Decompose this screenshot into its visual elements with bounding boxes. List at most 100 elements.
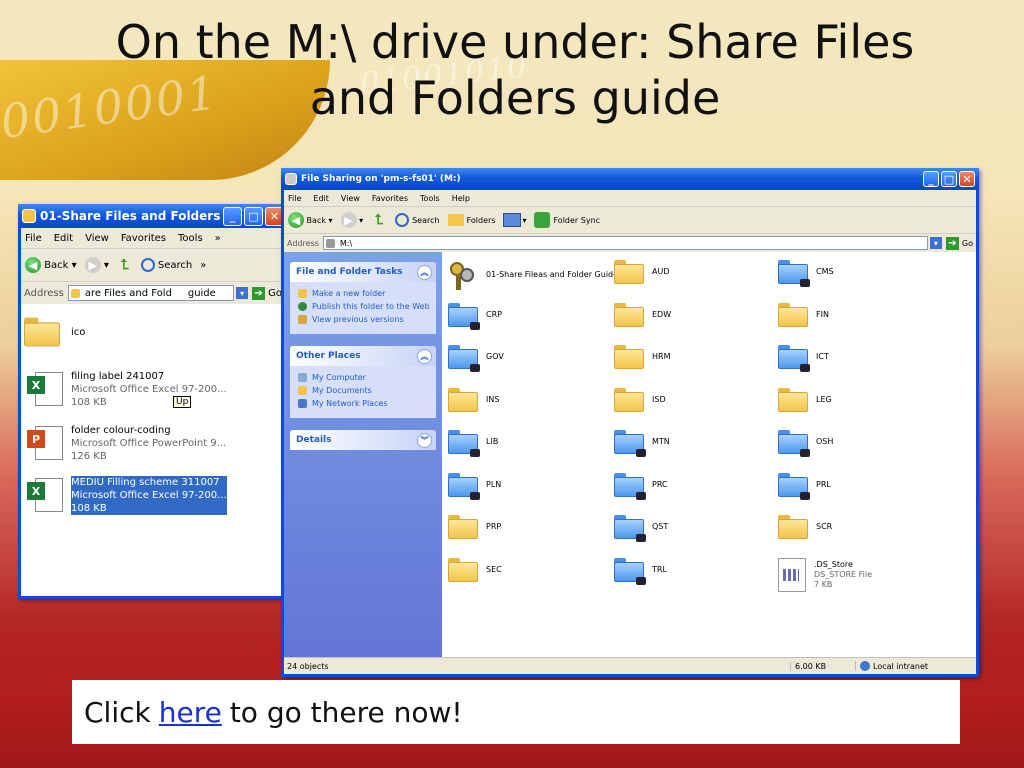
folder-item-label: PRL xyxy=(816,479,831,489)
menu-edit[interactable]: Edit xyxy=(313,194,329,203)
minimize-button[interactable]: _ xyxy=(223,206,242,226)
network-places-icon xyxy=(298,399,307,408)
folder-item[interactable]: .DS_Store DS_STORE File 7 KB xyxy=(778,557,872,592)
folder-item[interactable]: HRM xyxy=(614,345,670,369)
folder-item[interactable]: EDW xyxy=(614,302,672,327)
file-and-folder-tasks-header[interactable]: File and Folder Tasks ︽ xyxy=(290,262,436,282)
folder-item[interactable]: ISD xyxy=(614,387,666,412)
shared-folder-icon xyxy=(448,430,480,457)
maximize-button[interactable]: □ xyxy=(244,206,263,226)
folder-item[interactable]: PRP xyxy=(448,515,501,539)
folder-item[interactable]: 01-Share Fileas and Folder Guide xyxy=(448,260,618,290)
folder-icon xyxy=(24,317,60,347)
forward-arrow-icon: ▶ xyxy=(340,212,357,228)
address-input[interactable]: are Files and Fold guide xyxy=(67,285,235,301)
address-dropdown-icon[interactable]: ▾ xyxy=(929,237,942,249)
folder-item[interactable]: TRL xyxy=(614,557,667,585)
place-my-network-places[interactable]: My Network Places xyxy=(298,399,430,409)
menu-help[interactable]: Help xyxy=(452,194,470,203)
folder-item[interactable]: QST xyxy=(614,515,668,542)
address-bar: Address are Files and Fold guide ▾ ➔ Go xyxy=(21,282,285,304)
expand-chevron-icon[interactable]: ︾ xyxy=(417,432,432,448)
folder-item[interactable]: CMS xyxy=(778,260,834,287)
folder-item[interactable]: PLN xyxy=(448,472,501,500)
menu-file[interactable]: File xyxy=(288,194,301,203)
forward-button[interactable]: ▶ ▾ xyxy=(84,257,109,273)
folder-item[interactable]: INS xyxy=(448,387,499,412)
folder-item[interactable]: FIN xyxy=(778,302,829,327)
search-button[interactable]: Search xyxy=(395,213,440,227)
folder-item[interactable]: PRL xyxy=(778,472,831,500)
collapse-chevron-icon[interactable]: ︽ xyxy=(417,264,432,280)
menu-tools[interactable]: Tools xyxy=(420,194,440,203)
details-header[interactable]: Details ︾ xyxy=(290,430,436,450)
place-my-computer[interactable]: My Computer xyxy=(298,373,430,383)
back-button[interactable]: ◀ Back ▾ xyxy=(25,257,77,273)
go-button[interactable]: ➔ Go xyxy=(945,236,973,250)
status-zone: Local intranet xyxy=(855,661,976,671)
go-button[interactable]: ➔ Go xyxy=(252,286,282,300)
folder-icon xyxy=(70,288,80,298)
folder-item[interactable]: ICT xyxy=(778,345,829,372)
list-item[interactable]: P folder colour-coding Microsoft Office … xyxy=(27,424,226,463)
menu-view[interactable]: View xyxy=(85,233,109,244)
minimize-button[interactable]: _ xyxy=(923,171,939,187)
list-item[interactable]: X filing label 241007 Microsoft Office E… xyxy=(27,370,227,409)
up-button[interactable]: ⮤ xyxy=(117,257,133,273)
menu-view[interactable]: View xyxy=(341,194,360,203)
menu-favorites[interactable]: Favorites xyxy=(372,194,408,203)
list-item-selected[interactable]: X MEDIU Filling scheme 311007 Microsoft … xyxy=(27,476,227,515)
address-input[interactable]: M:\ xyxy=(322,236,928,250)
maximize-button[interactable]: □ xyxy=(941,171,957,187)
menu-tools[interactable]: Tools xyxy=(178,233,203,244)
folder-sync-button[interactable]: Folder Sync xyxy=(534,212,600,228)
search-button[interactable]: Search xyxy=(140,258,192,272)
here-link[interactable]: here xyxy=(159,696,222,729)
folder-item[interactable]: SCR xyxy=(778,515,832,539)
shared-folder-icon xyxy=(614,472,646,500)
excel-file-icon: X xyxy=(27,370,63,406)
address-dropdown-icon[interactable]: ▾ xyxy=(236,287,249,299)
keys-icon xyxy=(448,260,478,290)
folder-up-icon: ⮤ xyxy=(120,257,129,273)
folder-item[interactable]: SEC xyxy=(448,557,502,582)
slide-title: On the M:\ drive under: Share Files and … xyxy=(40,14,990,126)
collapse-chevron-icon[interactable]: ︽ xyxy=(417,348,432,364)
address-bar: Address M:\ ▾ ➔ Go xyxy=(284,234,976,252)
folder-item[interactable]: OSH xyxy=(778,430,833,457)
views-button[interactable]: ▾ xyxy=(503,213,526,227)
cta-text-before: Click xyxy=(84,695,151,729)
folder-item[interactable]: GOV xyxy=(448,345,504,372)
folder-item[interactable]: PRC xyxy=(614,472,668,500)
status-object-count: 24 objects xyxy=(287,661,329,671)
list-item[interactable]: ico xyxy=(24,317,85,347)
menu-file[interactable]: File xyxy=(25,233,42,244)
task-publish-to-web[interactable]: Publish this folder to the Web xyxy=(298,302,430,312)
menu-favorites[interactable]: Favorites xyxy=(121,233,166,244)
window-titlebar[interactable]: File Sharing on 'pm-s-fs01' (M:) _ □ ✕ xyxy=(281,168,979,190)
folder-item-label: HRM xyxy=(652,352,671,361)
other-places-header[interactable]: Other Places ︽ xyxy=(290,346,436,366)
folder-item[interactable]: MTN xyxy=(614,430,670,457)
window-titlebar[interactable]: 01-Share Files and Folders... _ □ ✕ xyxy=(18,204,288,228)
task-make-new-folder[interactable]: Make a new folder xyxy=(298,289,430,299)
folder-item-label: EDW xyxy=(652,309,672,319)
up-button[interactable]: ⮤ xyxy=(371,212,387,228)
folder-item[interactable]: LEG xyxy=(778,387,832,412)
forward-button[interactable]: ▶ ▾ xyxy=(340,212,363,228)
toolbar-overflow[interactable]: » xyxy=(200,260,206,271)
folder-icon xyxy=(778,302,808,327)
folder-item[interactable]: LIB xyxy=(448,430,498,457)
folders-button[interactable]: Folders xyxy=(447,214,495,226)
folder-item[interactable]: CRP xyxy=(448,302,502,330)
folder-item[interactable]: AUD xyxy=(614,260,670,284)
address-label: Address xyxy=(24,287,64,299)
folder-window-share-guide: 01-Share Files and Folders... _ □ ✕ File… xyxy=(18,204,288,599)
place-my-documents[interactable]: My Documents xyxy=(298,386,430,396)
task-view-previous-versions[interactable]: View previous versions xyxy=(298,315,430,325)
menu-overflow[interactable]: » xyxy=(215,233,221,244)
back-button[interactable]: ◀ Back ▾ xyxy=(288,212,333,228)
menu-edit[interactable]: Edit xyxy=(54,233,73,244)
folder-icon xyxy=(22,209,36,223)
close-button[interactable]: ✕ xyxy=(959,171,975,187)
